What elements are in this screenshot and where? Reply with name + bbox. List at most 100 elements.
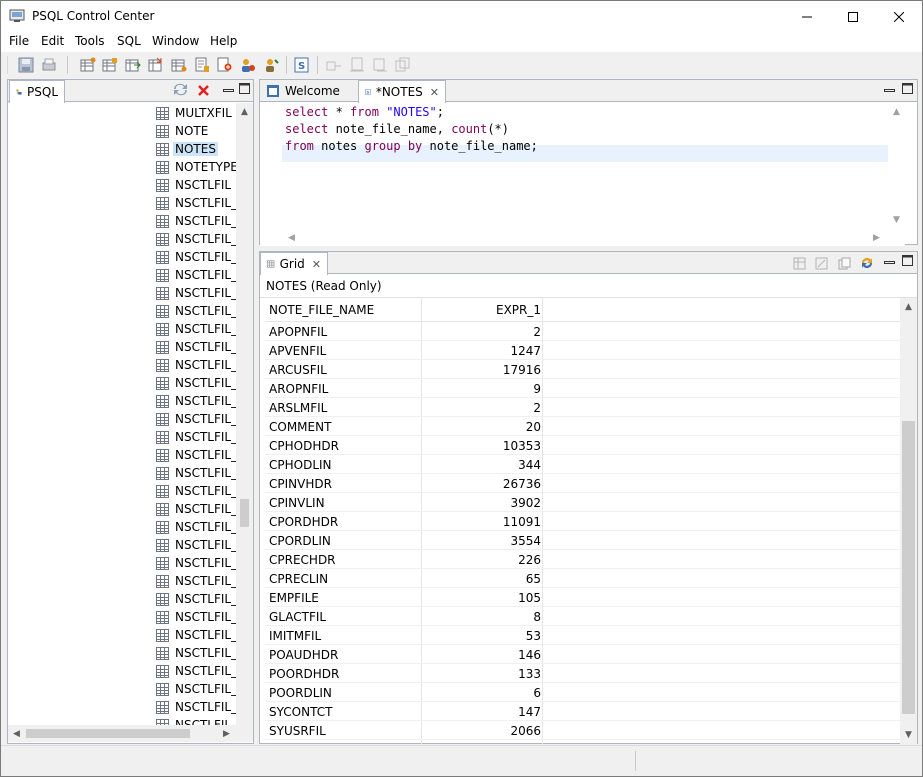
maximize-view-icon[interactable]: [902, 255, 913, 266]
table-row[interactable]: POORDHDR 133: [265, 664, 902, 683]
tree-item[interactable]: NOTES: [156, 140, 218, 158]
cell-expr-1[interactable]: 17916: [421, 363, 541, 377]
edit-row-icon[interactable]: [815, 257, 828, 270]
print-icon[interactable]: [41, 57, 57, 73]
table-row[interactable]: CPHODHDR 10353: [265, 436, 902, 455]
table-row[interactable]: CPORDHDR 11091: [265, 512, 902, 531]
scroll-right-icon[interactable]: ▶: [218, 725, 235, 742]
menu-sql[interactable]: SQL: [117, 34, 141, 48]
cell-expr-1[interactable]: 226: [421, 553, 541, 567]
tab-welcome[interactable]: Welcome: [260, 80, 356, 102]
close-tab-icon[interactable]: ✕: [430, 86, 439, 99]
tree-item[interactable]: NSCTLFIL_16: [156, 356, 236, 374]
menu-file[interactable]: File: [9, 34, 29, 48]
tree-item[interactable]: NOTETYPE: [156, 158, 236, 176]
cell-expr-1[interactable]: 3554: [421, 534, 541, 548]
cell-note-file-name[interactable]: CPRECLIN: [269, 572, 328, 586]
table-row[interactable]: SYCONTCT 147: [265, 702, 902, 721]
scroll-down-icon[interactable]: ▼: [900, 726, 917, 743]
cell-note-file-name[interactable]: IMITMFIL: [269, 629, 321, 643]
cell-expr-1[interactable]: 344: [421, 458, 541, 472]
query-icon[interactable]: [194, 57, 210, 73]
tree-item[interactable]: NSCTLFIL_20: [156, 554, 236, 572]
column-header[interactable]: NOTE_FILE_NAME: [269, 303, 374, 317]
disconnect-icon[interactable]: [349, 57, 365, 73]
menu-window[interactable]: Window: [152, 34, 199, 48]
table-row[interactable]: CPINVHDR 26736: [265, 474, 902, 493]
grid-vertical-scrollbar[interactable]: ▲ ▼: [900, 298, 917, 744]
scroll-thumb[interactable]: [240, 499, 249, 527]
cell-note-file-name[interactable]: ARSLMFIL: [269, 401, 327, 415]
user-add-icon[interactable]: [216, 57, 232, 73]
tree-item[interactable]: NSCTLFIL_26: [156, 662, 236, 680]
cell-expr-1[interactable]: 20: [421, 420, 541, 434]
minimize-view-icon[interactable]: [884, 257, 895, 268]
cell-note-file-name[interactable]: SYUSRFIL: [269, 724, 326, 738]
cell-note-file-name[interactable]: APVENFIL: [269, 344, 326, 358]
close-tab-icon[interactable]: ✕: [312, 258, 321, 271]
menu-edit[interactable]: Edit: [41, 34, 64, 48]
minimize-view-icon[interactable]: [223, 85, 234, 96]
table-row[interactable]: CPHODLIN 344: [265, 455, 902, 474]
tree-item[interactable]: NSCTLFIL_20: [156, 482, 236, 500]
table-row[interactable]: ARCUSFIL 17916: [265, 360, 902, 379]
scroll-down-icon[interactable]: ▼: [888, 211, 905, 228]
table-row[interactable]: APVENFIL 1247: [265, 341, 902, 360]
users-icon[interactable]: [240, 57, 256, 73]
cell-expr-1[interactable]: 2: [421, 325, 541, 339]
table-row[interactable]: APOPNFIL 2: [265, 322, 902, 341]
cell-note-file-name[interactable]: CPINVHDR: [269, 477, 332, 491]
cell-note-file-name[interactable]: EMPFILE: [269, 591, 319, 605]
scroll-thumb[interactable]: [902, 421, 915, 714]
cell-expr-1[interactable]: 2: [421, 401, 541, 415]
cell-expr-1[interactable]: 147: [421, 705, 541, 719]
column-header[interactable]: EXPR_1: [421, 303, 541, 317]
scroll-right-icon[interactable]: ▶: [868, 229, 885, 246]
cell-note-file-name[interactable]: CPORDHDR: [269, 515, 338, 529]
tree-item[interactable]: NSCTLFIL_18: [156, 392, 236, 410]
tab-psql[interactable]: PSQL: [9, 80, 65, 103]
cell-note-file-name[interactable]: AROPNFIL: [269, 382, 328, 396]
tree-item[interactable]: NOTE: [156, 122, 208, 140]
minimize-view-icon[interactable]: [884, 85, 895, 96]
cell-expr-1[interactable]: 133: [421, 667, 541, 681]
tree-item[interactable]: NSCTLFIL_24: [156, 626, 236, 644]
scroll-left-icon[interactable]: ◀: [8, 725, 25, 742]
table-row[interactable]: EMPFILE 105: [265, 588, 902, 607]
cell-expr-1[interactable]: 11091: [421, 515, 541, 529]
maximize-button[interactable]: [830, 1, 876, 32]
tree-item[interactable]: NSCTLFIL_20: [156, 536, 236, 554]
table-row[interactable]: ARSLMFIL 2: [265, 398, 902, 417]
table-row[interactable]: POORDLIN 6: [265, 683, 902, 702]
table-row[interactable]: IMITMFIL 53: [265, 626, 902, 645]
tree-item[interactable]: NSCTLFIL_28: [156, 698, 236, 716]
cell-note-file-name[interactable]: CPHODLIN: [269, 458, 332, 472]
maximize-view-icon[interactable]: [239, 83, 250, 94]
scroll-thumb[interactable]: [26, 729, 190, 738]
tree-item[interactable]: NSCTLFIL_1: [156, 194, 236, 212]
cell-expr-1[interactable]: 8: [421, 610, 541, 624]
tree-item[interactable]: NSCTLFIL_10: [156, 248, 236, 266]
tab-grid[interactable]: Grid ✕: [260, 252, 328, 275]
sql-editor-icon[interactable]: S: [294, 57, 310, 73]
table-row[interactable]: AROPNFIL 9: [265, 379, 902, 398]
tab-notes[interactable]: S *NOTES ✕: [358, 80, 446, 103]
tree-item[interactable]: MULTXFIL: [156, 104, 232, 122]
scroll-up-icon[interactable]: ▲: [888, 103, 905, 120]
tree-item[interactable]: NSCTLFIL_10: [156, 230, 236, 248]
cell-expr-1[interactable]: 105: [421, 591, 541, 605]
copy-rows-icon[interactable]: [838, 257, 851, 270]
tree-item[interactable]: NSCTLFIL_23: [156, 608, 236, 626]
tree-item[interactable]: NSCTLFIL_19: [156, 410, 236, 428]
tree-item[interactable]: NSCTLFIL_20: [156, 446, 236, 464]
cell-note-file-name[interactable]: GLACTFIL: [269, 610, 326, 624]
tree-item[interactable]: NSCTLFIL_14: [156, 320, 236, 338]
tree-item[interactable]: NSCTLFIL_25: [156, 644, 236, 662]
tree-item[interactable]: NSCTLFIL_2: [156, 428, 236, 446]
cell-expr-1[interactable]: 3902: [421, 496, 541, 510]
cell-note-file-name[interactable]: CPRECHDR: [269, 553, 336, 567]
add-row-icon[interactable]: [793, 257, 806, 270]
scroll-up-icon[interactable]: ▲: [900, 298, 917, 315]
copy-icon[interactable]: [395, 57, 411, 73]
save-icon[interactable]: [18, 57, 34, 73]
